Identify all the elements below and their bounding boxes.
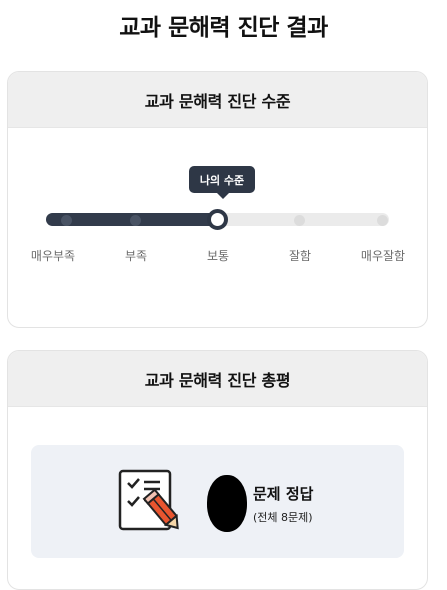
- level-slider-thumb: [207, 209, 228, 230]
- level-dot-very-good: [377, 215, 388, 226]
- level-label-good: 잘함: [288, 249, 312, 263]
- summary-card: 교과 문해력 진단 총평 문제 정답 (전체 8문제): [7, 350, 428, 590]
- my-level-tooltip: 나의 수준: [189, 166, 255, 199]
- result-box: 문제 정답 (전체 8문제): [31, 445, 404, 558]
- level-dot-very-poor: [61, 215, 72, 226]
- my-level-tooltip-label: 나의 수준: [199, 173, 245, 187]
- level-label-poor: 부족: [124, 249, 148, 263]
- total-questions-label: (전체 8문제): [253, 511, 313, 524]
- page-title: 교과 문해력 진단 결과: [119, 15, 328, 41]
- level-dot-poor: [130, 215, 141, 226]
- correct-answers-label: 문제 정답: [253, 485, 314, 503]
- redacted-score: [207, 475, 247, 532]
- summary-card-title: 교과 문해력 진단 총평: [8, 351, 427, 407]
- level-card-title: 교과 문해력 진단 수준: [8, 72, 427, 128]
- level-label-very-poor: 매우부족: [30, 249, 76, 263]
- tooltip-arrow-icon: [217, 193, 229, 199]
- level-card: 교과 문해력 진단 수준 나의 수준 매우부족 부족 보통 잘함 매우잘함: [7, 71, 428, 328]
- checklist-pencil-icon: [118, 469, 179, 531]
- level-label-very-good: 매우잘함: [360, 249, 406, 263]
- level-dot-good: [294, 215, 305, 226]
- level-label-average: 보통: [206, 249, 230, 263]
